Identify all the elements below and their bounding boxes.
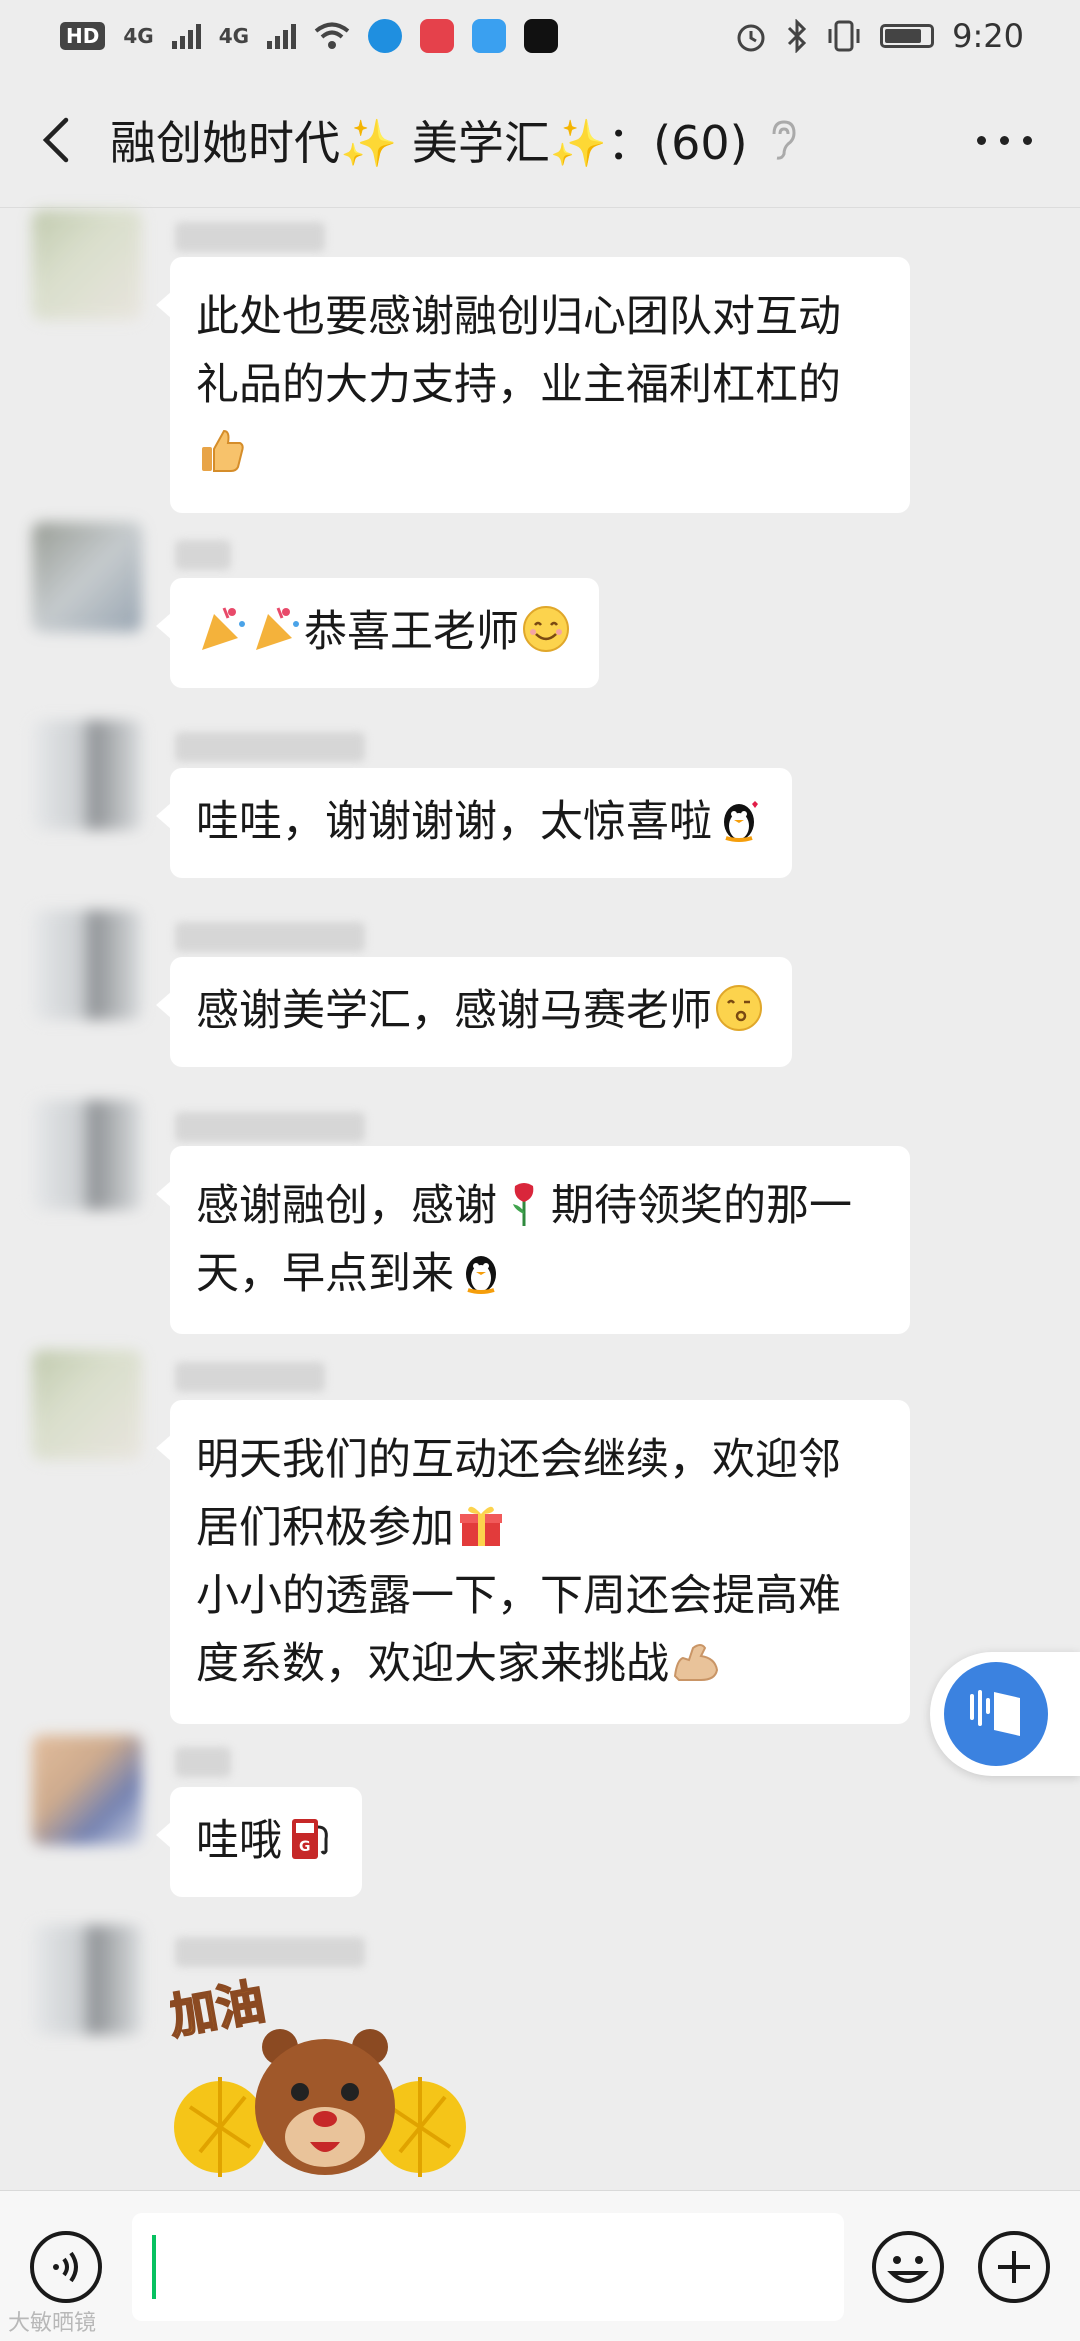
avatar[interactable] — [32, 210, 142, 320]
sender-name — [175, 222, 325, 252]
battery-icon — [880, 24, 935, 48]
penguin-icon — [466, 1256, 496, 1294]
flexed-bicep-icon — [673, 1644, 719, 1681]
avatar[interactable] — [32, 1350, 142, 1460]
avatar[interactable] — [32, 910, 142, 1020]
avatar[interactable] — [32, 1100, 142, 1210]
sender-name — [175, 540, 231, 570]
network-label-2: 4G — [218, 24, 250, 48]
chevron-left-icon — [42, 117, 69, 162]
browser-app-icon — [368, 19, 403, 53]
message-text: 小小的透露一下，下周还会提高难 度系数，欢迎大家来挑战 — [196, 1571, 841, 1689]
sender-name — [175, 1747, 231, 1777]
message-text: 哇哇，谢谢谢谢，太惊喜啦 — [196, 797, 712, 847]
input-bar: 大敏晒镜 — [0, 2190, 1080, 2341]
message-input[interactable] — [132, 2213, 844, 2321]
message-text: 感谢融创，感谢 — [196, 1181, 497, 1231]
message-text: 哇哦 — [196, 1816, 282, 1866]
avatar[interactable] — [32, 1925, 142, 2035]
signal-icon-2 — [267, 23, 297, 49]
message-bubble[interactable]: 哇哦 G — [156, 1787, 362, 1897]
alarm-icon — [737, 24, 765, 52]
tiktok-app-icon — [524, 19, 559, 53]
wifi-icon — [314, 22, 350, 49]
chat-header: 融创她时代✨ 美学汇✨：(60) — [0, 72, 1080, 208]
smile-icon — [523, 606, 569, 652]
message-bubble[interactable]: 感谢融创，感谢 期待领奖的那一 天，早点到来 — [156, 1146, 910, 1334]
sender-name — [175, 922, 365, 952]
gift-icon — [460, 1506, 502, 1546]
chat-title[interactable]: 融创她时代✨ 美学汇✨：(60) — [110, 107, 748, 173]
watermark: 大敏晒镜 — [8, 2311, 97, 2336]
ear-muted-icon — [772, 119, 796, 160]
sender-name — [175, 732, 365, 762]
fuel-pump-icon: G — [292, 1819, 328, 1859]
huawei-app-icon — [420, 19, 455, 53]
network-label-1: 4G — [123, 24, 154, 48]
bear-cheering-sticker[interactable]: 加油 — [170, 1977, 490, 2189]
avatar[interactable] — [32, 522, 142, 632]
voice-icon[interactable] — [28, 2229, 104, 2305]
message-bubble[interactable]: 哇哇，谢谢谢谢，太惊喜啦 — [156, 768, 792, 878]
avatar[interactable] — [32, 720, 142, 830]
message-text: 恭喜王老师 — [304, 607, 519, 657]
sender-name — [175, 1937, 365, 1967]
sticker-text: 加油 — [170, 1977, 269, 2046]
message-text: 明天我们的互动还会继续，欢迎邻 居们积极参加 — [196, 1435, 841, 1553]
message-bubble[interactable]: 感谢美学汇，感谢马赛老师 — [156, 957, 792, 1067]
rose-icon — [513, 1183, 534, 1226]
status-time: 9:20 — [952, 17, 1024, 55]
files-app-icon — [472, 19, 507, 53]
floating-assistant-button[interactable] — [930, 1652, 1080, 1776]
message-bubble[interactable]: 明天我们的互动还会继续，欢迎邻 居们积极参加 小小的透露一下，下周还会提高难 度… — [156, 1400, 910, 1724]
message-bubble[interactable]: 此处也要感谢融创归心团队对互动 礼品的大力支持，业主福利杠杠的 — [156, 257, 910, 513]
bluetooth-icon — [788, 19, 807, 53]
sender-name — [175, 1362, 325, 1392]
message-text: 此处也要感谢融创归心团队对互动 礼品的大力支持，业主福利杠杠的 — [196, 292, 841, 410]
avatar[interactable] — [32, 1735, 142, 1845]
penguin-kiss-icon — [724, 801, 758, 842]
thumbs-up-icon — [202, 429, 244, 472]
hd-badge: HD — [60, 22, 106, 50]
party-popper-icon — [202, 607, 245, 650]
status-bar: HD 4G 4G 9:20 — [0, 0, 1080, 72]
svg-text:G: G — [299, 1839, 311, 1855]
kiss-face-icon — [716, 985, 762, 1031]
signal-icon — [171, 23, 201, 49]
plus-icon[interactable] — [976, 2229, 1052, 2305]
more-button[interactable] — [968, 118, 1040, 162]
message-bubble[interactable]: 恭喜王老师 — [156, 578, 599, 688]
emoji-icon[interactable] — [870, 2229, 946, 2305]
party-popper-icon — [256, 607, 299, 650]
voice-assistant-icon — [970, 1690, 1020, 1736]
back-button[interactable] — [0, 72, 110, 208]
vibrate-icon — [828, 20, 860, 52]
sender-name — [175, 1112, 365, 1142]
message-text: 感谢美学汇，感谢马赛老师 — [196, 986, 712, 1036]
text-caret — [152, 2235, 156, 2299]
